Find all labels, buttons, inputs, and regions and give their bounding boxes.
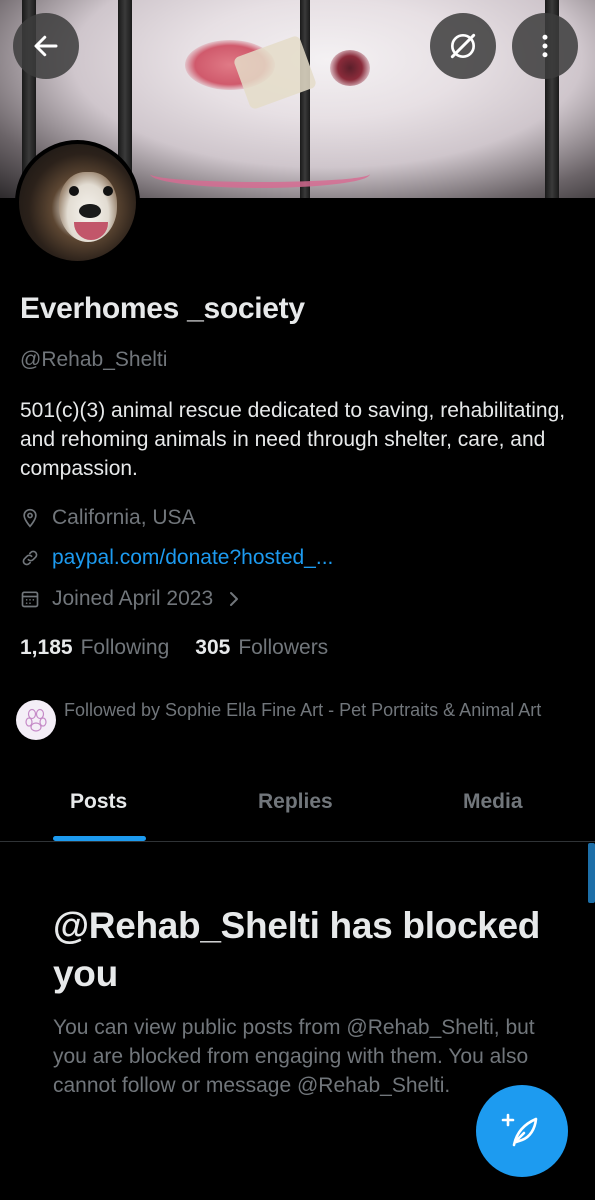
followers-label: Followers <box>238 636 329 659</box>
followed-by[interactable]: Followed by Sophie Ella Fine Art - Pet P… <box>16 700 564 740</box>
chevron-right-icon <box>230 592 239 606</box>
tab-media[interactable]: Media <box>463 790 523 814</box>
profile-bio: 501(c)(3) animal rescue dedicated to sav… <box>20 399 566 480</box>
scrollbar[interactable] <box>588 843 595 903</box>
paw-logo-icon <box>25 708 47 732</box>
more-vertical-icon <box>542 34 548 58</box>
followers-link[interactable]: 305 Followers <box>195 636 328 660</box>
follow-counts: 1,185 Following 305 Followers <box>20 636 328 660</box>
more-options-button[interactable] <box>512 13 578 79</box>
compose-post-button[interactable] <box>476 1085 568 1177</box>
blocked-message: You can view public posts from @Rehab_Sh… <box>53 1016 535 1097</box>
back-button[interactable] <box>13 13 79 79</box>
following-link[interactable]: 1,185 Following <box>20 636 169 660</box>
grok-icon <box>450 33 476 59</box>
tab-posts[interactable]: Posts <box>70 790 127 814</box>
avatar[interactable] <box>15 140 140 265</box>
profile-website[interactable]: paypal.com/donate?hosted_... <box>20 546 333 570</box>
profile-handle: @Rehab_Shelti <box>20 348 168 371</box>
location-text: California, USA <box>52 506 196 529</box>
profile-tabs: Posts Replies Media <box>0 778 595 842</box>
compose-post-icon <box>501 1113 538 1147</box>
calendar-icon <box>21 591 39 608</box>
active-tab-indicator <box>53 836 146 841</box>
profile-joined[interactable]: Joined April 2023 <box>20 587 253 611</box>
link-icon <box>22 550 38 566</box>
profile-display-name: Everhomes _society <box>20 292 305 325</box>
following-label: Following <box>80 636 170 659</box>
blocked-title: @Rehab_Shelti has blocked you <box>53 905 541 994</box>
joined-text: Joined April 2023 <box>52 587 214 610</box>
arrow-left-icon <box>34 35 58 57</box>
following-count: 1,185 <box>20 636 73 659</box>
followed-by-text: Followed by Sophie Ella Fine Art - Pet P… <box>64 700 542 720</box>
tab-replies[interactable]: Replies <box>258 790 333 814</box>
location-pin-icon <box>23 508 37 528</box>
follower-avatar <box>16 700 56 740</box>
grok-button[interactable] <box>430 13 496 79</box>
website-link[interactable]: paypal.com/donate?hosted_... <box>52 546 333 570</box>
followers-count: 305 <box>195 636 231 659</box>
profile-location: California, USA <box>20 506 196 530</box>
